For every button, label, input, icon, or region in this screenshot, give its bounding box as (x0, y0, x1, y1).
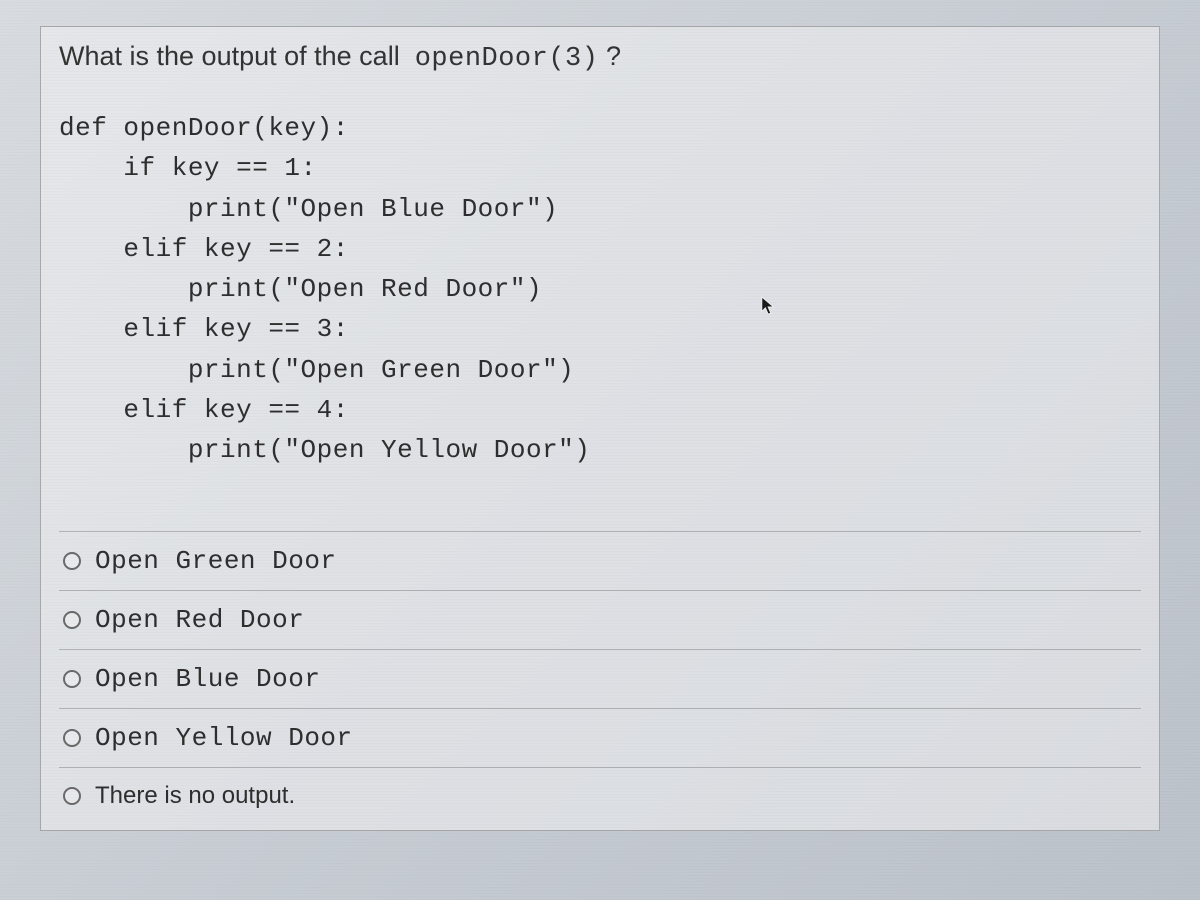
question-container: What is the output of the call openDoor(… (40, 26, 1160, 831)
option-d[interactable]: Open Yellow Door (59, 708, 1141, 767)
question-code: openDoor(3) (415, 44, 599, 74)
code-line: elif key == 4: (59, 395, 349, 425)
code-line: def openDoor(key): (59, 113, 349, 143)
option-d-label: Open Yellow Door (95, 723, 353, 753)
option-a[interactable]: Open Green Door (59, 531, 1141, 590)
radio-icon[interactable] (63, 670, 81, 688)
option-e-label: There is no output. (95, 782, 295, 810)
code-line: print("Open Green Door") (59, 355, 574, 385)
question-prompt: What is the output of the call openDoor(… (59, 41, 1141, 74)
code-line: print("Open Blue Door") (59, 194, 558, 224)
radio-icon[interactable] (63, 729, 81, 747)
question-prefix: What is the output of the call (59, 41, 400, 71)
options-list: Open Green Door Open Red Door Open Blue … (59, 531, 1141, 824)
code-line: print("Open Yellow Door") (59, 435, 590, 465)
option-e[interactable]: There is no output. (59, 767, 1141, 824)
code-line: elif key == 2: (59, 234, 349, 264)
option-a-label: Open Green Door (95, 546, 337, 576)
radio-icon[interactable] (63, 552, 81, 570)
option-c[interactable]: Open Blue Door (59, 649, 1141, 708)
radio-icon[interactable] (63, 787, 81, 805)
radio-icon[interactable] (63, 611, 81, 629)
code-line: print("Open Red Door") (59, 274, 542, 304)
code-line: if key == 1: (59, 153, 317, 183)
option-b-label: Open Red Door (95, 605, 304, 635)
option-c-label: Open Blue Door (95, 664, 320, 694)
code-line: elif key == 3: (59, 314, 349, 344)
code-block: def openDoor(key): if key == 1: print("O… (59, 108, 1141, 471)
question-suffix: ? (606, 41, 621, 71)
option-b[interactable]: Open Red Door (59, 590, 1141, 649)
